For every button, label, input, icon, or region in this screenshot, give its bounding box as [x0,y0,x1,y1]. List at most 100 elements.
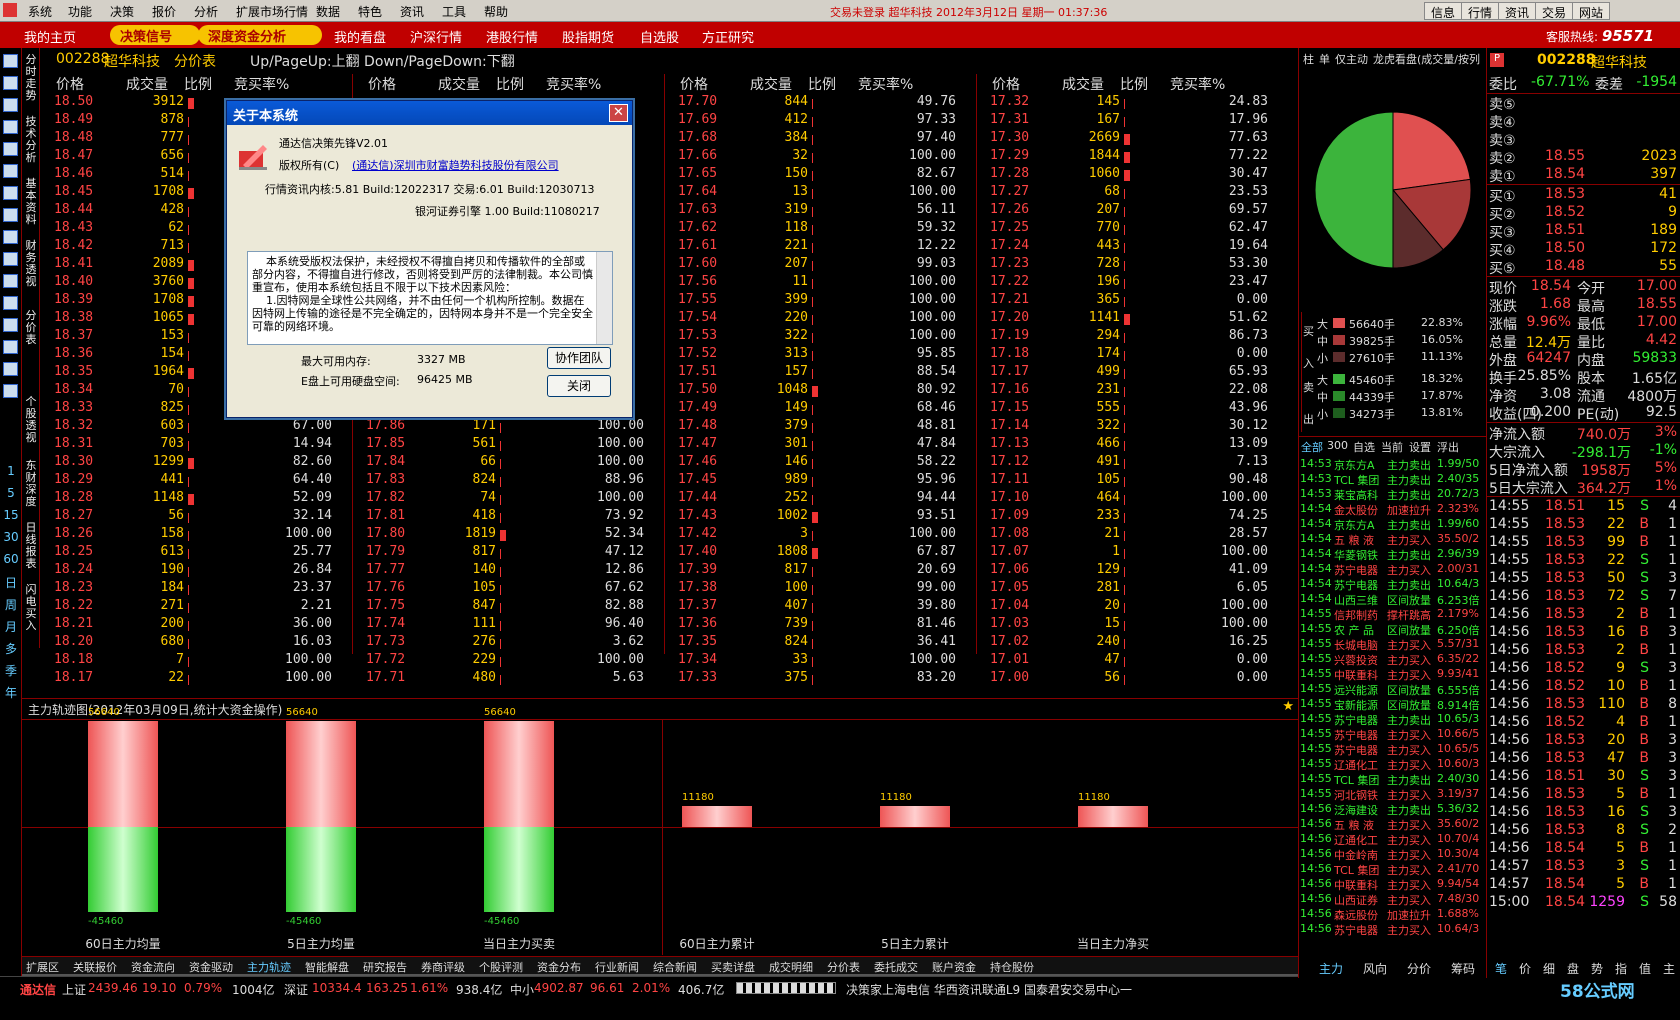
table-row[interactable]: 17.19 294 86.73 [980,328,1290,346]
trade-row[interactable]: 14:55 18.53 22 S 1 [1487,552,1680,571]
radar-row[interactable]: 14:56 TCL 集团 主力买入 2.41/70 [1299,862,1487,877]
table-row[interactable]: 18.21 200 36.00 [44,616,354,634]
radar-row[interactable]: 14:56 中金岭南 主力买入 10.30/4 [1299,847,1487,862]
radar-row[interactable]: 14:55 苏宁电器 主力卖出 10.65/3 [1299,712,1487,727]
radar-row[interactable]: 14:53 京东方A 主力卖出 1.99/50 [1299,457,1487,472]
table-row[interactable]: 17.35 824 36.41 [668,634,978,652]
table-row[interactable]: 18.32 603 67.00 [44,418,354,436]
vtab-8[interactable]: 闪 电 买 入 [24,584,38,632]
table-row[interactable]: 17.07 1 100.00 [980,544,1290,562]
tool-7-icon[interactable] [3,208,18,222]
bottom-tab-13[interactable]: 成交明细 [769,959,813,975]
vtab-7[interactable]: 日 线 报 表 [24,522,38,570]
mid-bottom-0[interactable]: 主力 [1319,960,1343,977]
table-row[interactable]: 17.69 412 97.33 [668,112,978,130]
radar-row[interactable]: 14:53 TCL 集团 主力卖出 2.40/35 [1299,472,1487,487]
right-bottom-4[interactable]: 势 [1591,960,1603,977]
period-4[interactable]: 60 [2,552,20,566]
tool-5-icon[interactable] [3,164,18,178]
table-row[interactable]: 17.66 32 100.00 [668,148,978,166]
table-row[interactable]: 17.48 379 48.81 [668,418,978,436]
table-row[interactable]: 17.16 231 22.08 [980,382,1290,400]
table-row[interactable]: 17.20 1141 51.62 [980,310,1290,328]
radar-row[interactable]: 14:56 五 粮 液主力买入 35.60/2 [1299,817,1487,832]
table-row[interactable]: 17.00 56 0.00 [980,670,1290,688]
radar-row[interactable]: 14:55 信邦制药 撑杆跳高 2.179% [1299,607,1487,622]
table-row[interactable]: 17.71 480 5.63 [356,670,666,688]
table-row[interactable]: 17.30 2669 77.63 [980,130,1290,148]
table-row[interactable]: 18.24 190 26.84 [44,562,354,580]
nav-8[interactable]: 方正研究 [702,27,754,46]
table-row[interactable]: 17.04 20 100.00 [980,598,1290,616]
table-row[interactable]: 17.39 817 20.69 [668,562,978,580]
table-row[interactable]: 17.03 15 100.00 [980,616,1290,634]
table-row[interactable]: 17.25 770 62.47 [980,220,1290,238]
table-row[interactable]: 17.26 207 69.57 [980,202,1290,220]
table-row[interactable]: 18.26 158 100.00 [44,526,354,544]
table-row[interactable]: 17.28 1060 30.47 [980,166,1290,184]
filter-4[interactable]: 设置 [1409,439,1431,455]
tool-15-icon[interactable] [3,384,18,398]
nav-4[interactable]: 沪深行情 [410,27,462,46]
right-bottom-6[interactable]: 值 [1639,960,1651,977]
menu-6[interactable]: 数据 [316,3,340,20]
radar-row[interactable]: 14:54 苏宁电器 主力卖出 10.64/3 [1299,577,1487,592]
radar-row[interactable]: 14:56 山西证券 主力买入 7.48/30 [1299,892,1487,907]
mid-tab-0[interactable]: 柱 [1303,51,1314,67]
table-row[interactable]: 17.79 817 47.12 [356,544,666,562]
table-row[interactable]: 17.36 739 81.46 [668,616,978,634]
period-10[interactable]: 年 [2,684,20,701]
table-row[interactable]: 17.01 47 0.00 [980,652,1290,670]
bottom-tab-5[interactable]: 智能解盘 [305,959,349,975]
vtab-0[interactable]: 分 时 走 势 [24,54,38,102]
table-row[interactable]: 17.80 1819 52.34 [356,526,666,544]
table-row[interactable]: 17.37 407 39.80 [668,598,978,616]
bottom-tab-1[interactable]: 关联报价 [73,959,117,975]
table-row[interactable]: 17.29 1844 77.22 [980,148,1290,166]
menu-8[interactable]: 资讯 [400,3,424,20]
bottom-tab-10[interactable]: 行业新闻 [595,959,639,975]
table-row[interactable]: 17.38 100 99.00 [668,580,978,598]
table-row[interactable]: 17.21 365 0.00 [980,292,1290,310]
table-row[interactable]: 17.40 1808 67.87 [668,544,978,562]
table-row[interactable]: 17.82 74 100.00 [356,490,666,508]
table-row[interactable]: 18.29 441 64.40 [44,472,354,490]
filter-5[interactable]: 浮出 [1437,439,1459,455]
table-row[interactable]: 17.27 68 23.53 [980,184,1290,202]
table-row[interactable]: 17.02 240 16.25 [980,634,1290,652]
star-icon[interactable]: ★ [1282,699,1294,714]
radar-row[interactable]: 14:55 兴蓉投资 主力买入 6.35/22 [1299,652,1487,667]
radar-row[interactable]: 14:54 京东方A 主力卖出 1.99/60 [1299,517,1487,532]
chart-bar[interactable] [286,699,356,949]
trade-row[interactable]: 14:56 18.53 110 B 8 [1487,696,1680,715]
radar-row[interactable]: 14:55 苏宁电器 主力买入 10.66/5 [1299,727,1487,742]
table-row[interactable]: 17.62 118 59.32 [668,220,978,238]
table-row[interactable]: 18.23 184 23.37 [44,580,354,598]
table-row[interactable]: 17.60 207 99.03 [668,256,978,274]
bottom-tab-6[interactable]: 研究报告 [363,959,407,975]
menu-4[interactable]: 分析 [194,3,218,20]
bottom-tab-12[interactable]: 买卖详盘 [711,959,755,975]
table-row[interactable]: 17.76 105 67.62 [356,580,666,598]
filter-3[interactable]: 当前 [1381,439,1403,455]
table-row[interactable]: 17.49 149 68.46 [668,400,978,418]
top-1-button[interactable]: 行情 [1461,2,1500,20]
table-row[interactable]: 17.85 561 100.00 [356,436,666,454]
radar-row[interactable]: 14:55 长城电脑 主力买入 5.57/31 [1299,637,1487,652]
radar-row[interactable]: 14:56 泛海建设 主力卖出 5.36/32 [1299,802,1487,817]
period-0[interactable]: 1 [2,464,20,478]
filter-0[interactable]: 全部 [1301,439,1323,455]
table-row[interactable]: 17.11 105 90.48 [980,472,1290,490]
menu-10[interactable]: 帮助 [484,3,508,20]
right-bottom-0[interactable]: 笔 [1495,960,1507,977]
trade-row[interactable]: 14:56 18.53 5 B 1 [1487,786,1680,805]
top-2-button[interactable]: 资讯 [1498,2,1537,20]
trade-row[interactable]: 14:56 18.53 20 B 3 [1487,732,1680,751]
license-text[interactable]: 本系统受版权法保护，未经授权不得擅自拷贝和传播软件的全部或部分内容，不得擅自进行… [247,251,613,345]
bottom-tab-2[interactable]: 资金流向 [131,959,175,975]
tool-1-icon[interactable] [3,76,18,90]
table-row[interactable]: 17.46 146 58.22 [668,454,978,472]
table-row[interactable]: 17.10 464 100.00 [980,490,1290,508]
bottom-tab-16[interactable]: 账户资金 [932,959,976,975]
trade-row[interactable]: 14:56 18.52 10 B 1 [1487,678,1680,697]
